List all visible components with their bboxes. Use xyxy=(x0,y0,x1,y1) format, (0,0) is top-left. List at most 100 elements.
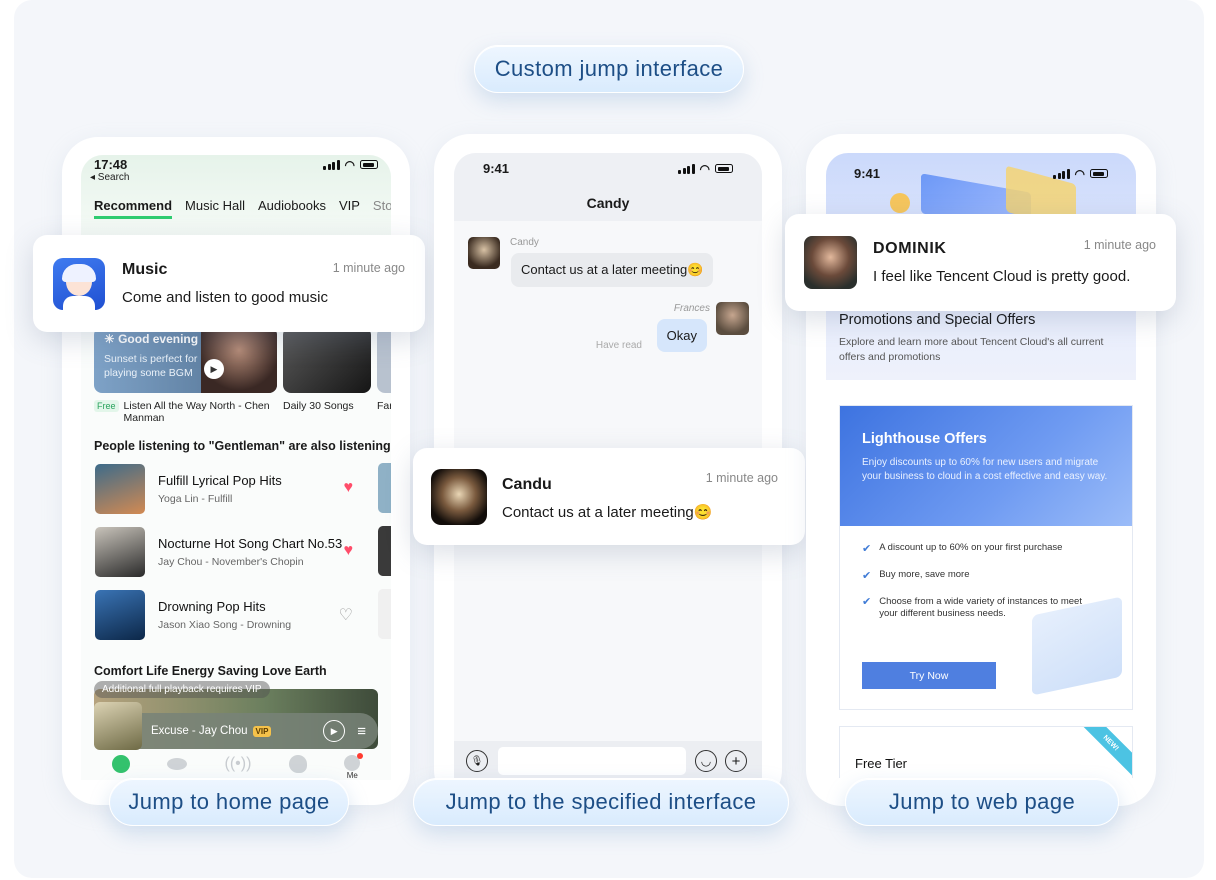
song-artist: Jason Xiao Song - Drowning xyxy=(158,619,292,631)
nav-radio-icon[interactable]: ((•)) xyxy=(225,755,252,773)
back-search-link[interactable]: ◂ Search xyxy=(90,172,129,183)
music-app-icon xyxy=(53,257,105,310)
chat-notification[interactable]: Candu Contact us at a later meeting😊 1 m… xyxy=(413,448,805,545)
nav-me[interactable]: Me xyxy=(344,753,364,780)
header-title: Custom jump interface xyxy=(494,56,724,81)
heart-filled-icon[interactable]: ♥ xyxy=(344,542,354,560)
section2-title: Comfort Life Energy Saving Love Earth xyxy=(94,664,327,678)
play-circle-icon[interactable]: ▶ xyxy=(323,720,346,742)
status-bar: 9:41 ◠ xyxy=(454,161,762,176)
side-cover xyxy=(378,526,391,576)
playlist-title: Listen All the Way North - Chen Manman xyxy=(123,400,270,424)
wifi-icon: ◠ xyxy=(344,157,355,172)
song-cover xyxy=(95,464,145,514)
check-text: A discount up to 60% on your first purch… xyxy=(879,542,1063,553)
lighthouse-desc: Enjoy discounts up to 60% for new users … xyxy=(862,457,1108,482)
coin-icon xyxy=(890,193,910,213)
label-home-pill: Jump to home page xyxy=(109,778,349,826)
check-icon: ✔ xyxy=(862,596,872,608)
msg1-bubble[interactable]: Contact us at a later meeting😊 xyxy=(511,253,714,287)
candu-avatar xyxy=(431,468,487,525)
mini-player-cover xyxy=(94,702,142,750)
notification-body: I feel like Tencent Cloud is pretty good… xyxy=(873,268,1131,285)
good-evening-title: ☀ Good evening xyxy=(104,332,199,346)
plus-icon[interactable]: + xyxy=(725,750,747,772)
tab-vip[interactable]: VIP xyxy=(339,198,360,219)
tab-stories[interactable]: Stories xyxy=(373,198,391,219)
song-artist: Jay Chou - November's Chopin xyxy=(158,556,304,568)
battery-icon xyxy=(1090,169,1108,178)
promo-title: Promotions and Special Offers xyxy=(839,312,1036,328)
signal-icon xyxy=(323,159,340,170)
play-icon[interactable]: ▶ xyxy=(204,359,224,379)
battery-icon xyxy=(715,164,733,173)
good-evening-card[interactable]: ☀ Good evening Sunset is perfect for pla… xyxy=(94,327,277,393)
daily-songs-card[interactable] xyxy=(283,327,371,393)
try-now-label: Try Now xyxy=(909,669,949,682)
label-specified-pill: Jump to the specified interface xyxy=(413,778,789,826)
lighthouse-header: Lighthouse Offers Enjoy discounts up to … xyxy=(840,406,1132,526)
third-card-caption: Far xyxy=(377,400,391,412)
signal-icon xyxy=(1053,168,1070,179)
daily-songs-caption: Daily 30 Songs xyxy=(283,400,354,412)
status-icons: ◠ xyxy=(323,158,378,172)
emoji-icon[interactable]: ◡ xyxy=(695,750,717,772)
heart-filled-icon[interactable]: ♥ xyxy=(344,479,354,497)
playlist-caption: Free Listen All the Way North - Chen Man… xyxy=(94,400,274,424)
song-row[interactable]: Drowning Pop Hits Jason Xiao Song - Drown… xyxy=(95,589,365,641)
check-text: Buy more, save more xyxy=(879,569,970,580)
nav-home-icon[interactable] xyxy=(111,755,130,773)
nav-community-icon[interactable] xyxy=(288,755,307,773)
frances-avatar xyxy=(716,302,749,335)
promo-desc: Explore and learn more about Tencent Clo… xyxy=(839,336,1104,363)
lighthouse-card: Lighthouse Offers Enjoy discounts up to … xyxy=(839,405,1133,710)
input-bar: 🎙 ◡ + xyxy=(454,741,762,778)
lighthouse-title: Lighthouse Offers xyxy=(862,431,987,447)
tab-recommend[interactable]: Recommend xyxy=(94,198,173,219)
notification-body: Contact us at a later meeting😊 xyxy=(502,503,713,521)
check-icon: ✔ xyxy=(862,543,872,555)
song-cover xyxy=(95,527,145,577)
free-tier-card: Free Tier NEW! xyxy=(839,726,1133,778)
music-notification[interactable]: Music Come and listen to good music 1 mi… xyxy=(33,235,425,332)
vip-badge: VIP xyxy=(252,725,272,737)
chat-title: Candy xyxy=(586,195,630,211)
notification-sender: DOMINIK xyxy=(873,240,947,257)
status-icons: ◠ xyxy=(1053,167,1108,181)
status-time: 17:48 xyxy=(94,157,128,172)
third-card[interactable] xyxy=(377,327,391,393)
song-row[interactable]: Nocturne Hot Song Chart No.53 Jay Chou - … xyxy=(95,526,365,578)
song-title: Nocturne Hot Song Chart No.53 xyxy=(158,536,343,551)
mini-player[interactable]: Excuse - Jay Chou VIP ▶ ≡ xyxy=(94,702,378,750)
voice-icon[interactable]: 🎙 xyxy=(466,750,488,772)
msg2-sender: Frances xyxy=(673,303,710,314)
notification-app-name: Music xyxy=(122,260,168,278)
msg2-text: Okay xyxy=(666,328,697,343)
signal-icon xyxy=(678,163,695,174)
new-ribbon-text: NEW! xyxy=(1101,733,1121,753)
free-badge: Free xyxy=(94,400,119,412)
msg2-bubble[interactable]: Okay xyxy=(656,319,707,352)
read-status: Have read xyxy=(595,340,642,351)
bottom-nav: ((•)) Me xyxy=(81,753,391,780)
nav-eye-icon[interactable] xyxy=(167,758,188,770)
notification-time: 1 minute ago xyxy=(705,470,778,485)
message-input[interactable] xyxy=(498,747,686,775)
nav-me-icon xyxy=(344,753,364,771)
check-item: ✔ Buy more, save more xyxy=(862,569,1102,582)
dominik-avatar xyxy=(804,236,857,289)
playlist-icon[interactable]: ≡ xyxy=(357,723,366,740)
now-playing: Excuse - Jay Chou xyxy=(151,725,248,737)
try-now-button[interactable]: Try Now xyxy=(862,662,996,689)
song-row[interactable]: Fulfill Lyrical Pop Hits Yoga Lin - Fulfi… xyxy=(95,463,365,515)
label-web-pill: Jump to web page xyxy=(845,778,1119,826)
song-title: Fulfill Lyrical Pop Hits xyxy=(158,473,282,488)
msg1-text: Contact us at a later meeting😊 xyxy=(521,262,704,277)
heart-outline-icon[interactable]: ♡ xyxy=(339,605,353,625)
web-notification[interactable]: DOMINIK I feel like Tencent Cloud is pre… xyxy=(785,214,1176,311)
status-time: 9:41 xyxy=(854,166,881,181)
vip-tip: Additional full playback requires VIP xyxy=(94,681,270,698)
home-tabs: Recommend Music Hall Audiobooks VIP Stor… xyxy=(94,198,391,219)
tab-music-hall[interactable]: Music Hall xyxy=(185,198,245,219)
tab-audiobooks[interactable]: Audiobooks xyxy=(258,198,326,219)
